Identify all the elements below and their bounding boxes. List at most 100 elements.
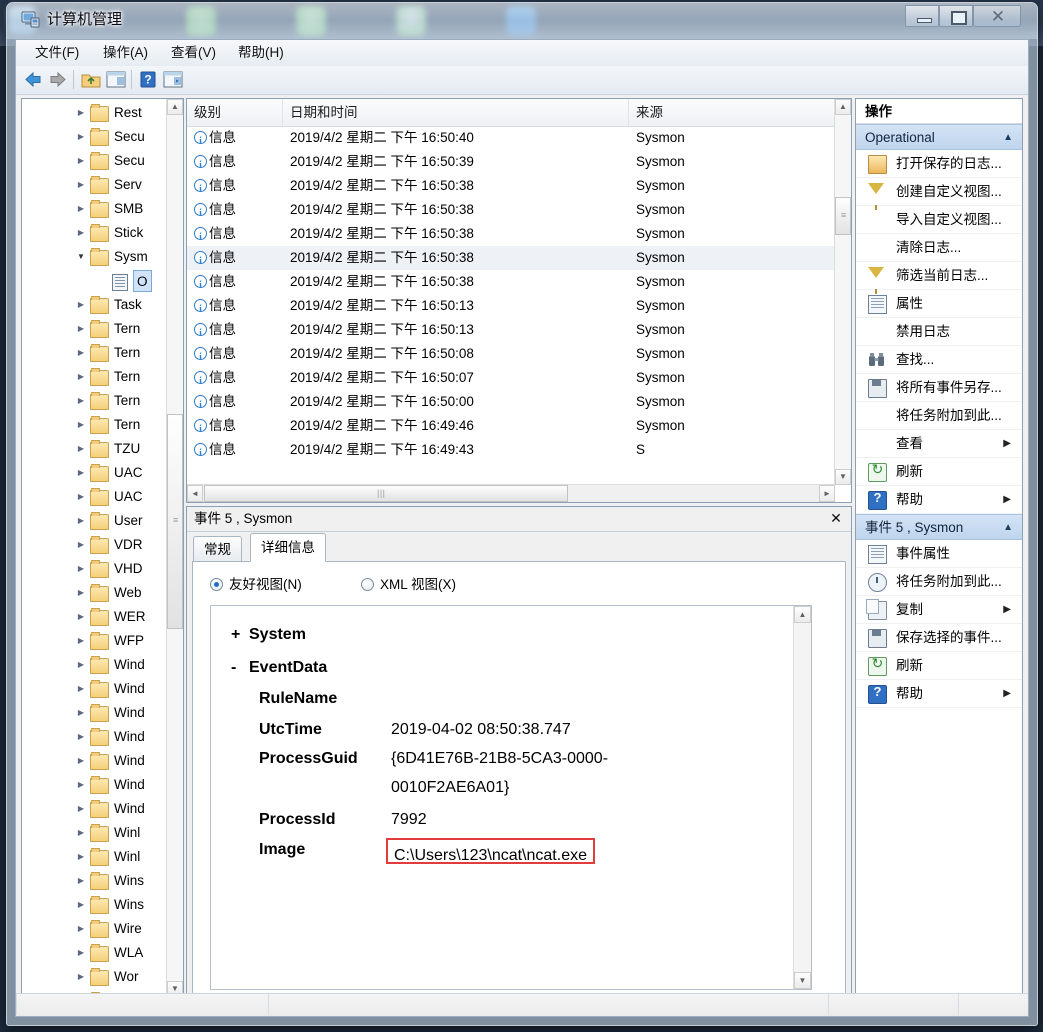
- submenu-arrow-icon[interactable]: ▶: [1003, 680, 1011, 707]
- action-import-custom-view[interactable]: 导入自定义视图...: [856, 206, 1022, 234]
- tree-item-task-8[interactable]: ▶ Task: [22, 293, 183, 317]
- submenu-arrow-icon[interactable]: ▶: [1003, 430, 1011, 457]
- chevron-right-icon[interactable]: ▶: [76, 845, 86, 869]
- chevron-right-icon[interactable]: ▶: [76, 749, 86, 773]
- tree-item-vdr-18[interactable]: ▶ VDR: [22, 533, 183, 557]
- tree-item-wind-28[interactable]: ▶ Wind: [22, 773, 183, 797]
- chevron-right-icon[interactable]: ▶: [76, 725, 86, 749]
- forward-icon[interactable]: [47, 69, 69, 90]
- chevron-right-icon[interactable]: ▶: [76, 797, 86, 821]
- tree-item-wind-24[interactable]: ▶ Wind: [22, 677, 183, 701]
- menu-help[interactable]: 帮助(H): [229, 43, 293, 63]
- chevron-right-icon[interactable]: ▶: [76, 533, 86, 557]
- action-disable-log[interactable]: 禁用日志: [856, 318, 1022, 346]
- action-save-selected-events[interactable]: 保存选择的事件...: [856, 624, 1022, 652]
- table-row[interactable]: 信息 2019/4/2 星期二 下午 16:50:08 Sysmon: [187, 342, 835, 370]
- title-bar[interactable]: 计算机管理 ✕: [7, 3, 1037, 39]
- chevron-right-icon[interactable]: ▶: [76, 677, 86, 701]
- table-row[interactable]: 信息 2019/4/2 星期二 下午 16:50:38 Sysmon: [187, 246, 835, 274]
- close-button[interactable]: ✕: [973, 5, 1021, 27]
- list-scroll-thumb[interactable]: ≡: [835, 197, 851, 235]
- chevron-right-icon[interactable]: ▶: [76, 317, 86, 341]
- maximize-button[interactable]: [939, 5, 973, 27]
- action-view[interactable]: 查看 ▶: [856, 430, 1022, 458]
- tree-vertical-scrollbar[interactable]: ▲ ≡ ▼: [166, 99, 183, 997]
- chevron-right-icon[interactable]: ▶: [76, 221, 86, 245]
- help-icon[interactable]: ?: [137, 69, 159, 90]
- tree-item-serv-3[interactable]: ▶ Serv: [22, 173, 183, 197]
- chevron-right-icon[interactable]: ▶: [76, 965, 86, 989]
- table-row[interactable]: 信息 2019/4/2 星期二 下午 16:50:40 Sysmon: [187, 126, 835, 154]
- chevron-up-icon[interactable]: ▲: [1003, 125, 1013, 150]
- tree-item-wins-32[interactable]: ▶ Wins: [22, 869, 183, 893]
- tree-scroll-thumb[interactable]: ≡: [167, 414, 183, 629]
- tree-item-wla-35[interactable]: ▶ WLA: [22, 941, 183, 965]
- tree-item-rest-0[interactable]: ▶ Rest: [22, 101, 183, 125]
- chevron-right-icon[interactable]: ▶: [76, 821, 86, 845]
- tree-item-web-20[interactable]: ▶ Web: [22, 581, 183, 605]
- chevron-right-icon[interactable]: ▶: [76, 413, 86, 437]
- tree-item-wind-26[interactable]: ▶ Wind: [22, 725, 183, 749]
- chevron-right-icon[interactable]: ▶: [76, 197, 86, 221]
- action-help[interactable]: 帮助 ▶: [856, 486, 1022, 514]
- minimize-button[interactable]: [905, 5, 939, 27]
- tree-item-secu-1[interactable]: ▶ Secu: [22, 125, 183, 149]
- action-group-operational[interactable]: Operational ▲: [856, 124, 1022, 150]
- action-group-event[interactable]: 事件 5 , Sysmon ▲: [856, 514, 1022, 540]
- show-action-pane-icon[interactable]: [162, 69, 184, 90]
- tree-item-user-17[interactable]: ▶ User: [22, 509, 183, 533]
- table-row[interactable]: 信息 2019/4/2 星期二 下午 16:50:38 Sysmon: [187, 222, 835, 250]
- chevron-right-icon[interactable]: ▶: [76, 101, 86, 125]
- action-create-custom-view[interactable]: 创建自定义视图...: [856, 178, 1022, 210]
- table-row[interactable]: 信息 2019/4/2 星期二 下午 16:49:46 Sysmon: [187, 414, 835, 442]
- action-refresh[interactable]: 刷新: [856, 458, 1022, 486]
- column-header-level[interactable]: 级别: [187, 99, 283, 126]
- radio-xml-view[interactable]: XML 视图(X): [361, 575, 456, 595]
- table-row[interactable]: 信息 2019/4/2 星期二 下午 16:50:39 Sysmon: [187, 150, 835, 178]
- chevron-right-icon[interactable]: ▶: [76, 557, 86, 581]
- tree-item-stick-5[interactable]: ▶ Stick: [22, 221, 183, 245]
- list-scroll-right-button[interactable]: ►: [819, 485, 835, 502]
- tree-item-wer-21[interactable]: ▶ WER: [22, 605, 183, 629]
- tree-item-o-7[interactable]: O: [22, 269, 183, 293]
- chevron-down-icon[interactable]: ▼: [76, 245, 86, 269]
- xml-scroll-up-button[interactable]: ▲: [794, 606, 811, 623]
- tab-details[interactable]: 详细信息: [250, 533, 326, 562]
- list-hscroll-thumb[interactable]: |||: [204, 485, 568, 502]
- up-folder-icon[interactable]: [80, 69, 102, 90]
- action-properties[interactable]: 属性: [856, 290, 1022, 318]
- tree-item-winl-31[interactable]: ▶ Winl: [22, 845, 183, 869]
- tree-item-wfp-22[interactable]: ▶ WFP: [22, 629, 183, 653]
- column-header-datetime[interactable]: 日期和时间: [283, 99, 629, 126]
- tree-item-wor-36[interactable]: ▶ Wor: [22, 965, 183, 989]
- back-icon[interactable]: [22, 69, 44, 90]
- xml-node-system-sign[interactable]: +: [231, 620, 240, 650]
- console-tree-pane[interactable]: ▶ Rest ▶ Secu ▶ Secu ▶ Serv ▶ SMB ▶ Stick ▼ Sysm O ▶ Tas…: [21, 98, 184, 1013]
- table-row[interactable]: 信息 2019/4/2 星期二 下午 16:50:13 Sysmon: [187, 294, 835, 322]
- chevron-right-icon[interactable]: ▶: [76, 485, 86, 509]
- table-row[interactable]: 信息 2019/4/2 星期二 下午 16:49:43 S: [187, 438, 835, 466]
- menu-action[interactable]: 操作(A): [94, 43, 157, 63]
- chevron-right-icon[interactable]: ▶: [76, 293, 86, 317]
- tab-general[interactable]: 常规: [193, 536, 242, 562]
- table-row[interactable]: 信息 2019/4/2 星期二 下午 16:50:07 Sysmon: [187, 366, 835, 394]
- tree-item-tzu-14[interactable]: ▶ TZU: [22, 437, 183, 461]
- detail-close-icon[interactable]: ✕: [828, 509, 844, 527]
- action-attach-task-to-log[interactable]: 将任务附加到此...: [856, 402, 1022, 430]
- chevron-right-icon[interactable]: ▶: [76, 125, 86, 149]
- action-filter-current-log[interactable]: 筛选当前日志...: [856, 262, 1022, 294]
- chevron-right-icon[interactable]: ▶: [76, 581, 86, 605]
- event-list-pane[interactable]: 级别 日期和时间 来源 信息 2019/4/2 星期二 下午 16:50:40 Sy…: [186, 98, 852, 503]
- event-xml-viewer[interactable]: + System - EventData RuleName UtcTime 20…: [210, 605, 812, 990]
- chevron-right-icon[interactable]: ▶: [76, 605, 86, 629]
- action-copy[interactable]: 复制 ▶: [856, 596, 1022, 624]
- chevron-right-icon[interactable]: ▶: [76, 173, 86, 197]
- list-scroll-down-button[interactable]: ▼: [835, 469, 851, 485]
- table-row[interactable]: 信息 2019/4/2 星期二 下午 16:50:38 Sysmon: [187, 198, 835, 226]
- tree-item-tern-13[interactable]: ▶ Tern: [22, 413, 183, 437]
- menu-view[interactable]: 查看(V): [162, 43, 225, 63]
- chevron-right-icon[interactable]: ▶: [76, 389, 86, 413]
- action-attach-task-to-event[interactable]: 将任务附加到此...: [856, 568, 1022, 596]
- action-refresh-event[interactable]: 刷新: [856, 652, 1022, 680]
- tree-item-wind-27[interactable]: ▶ Wind: [22, 749, 183, 773]
